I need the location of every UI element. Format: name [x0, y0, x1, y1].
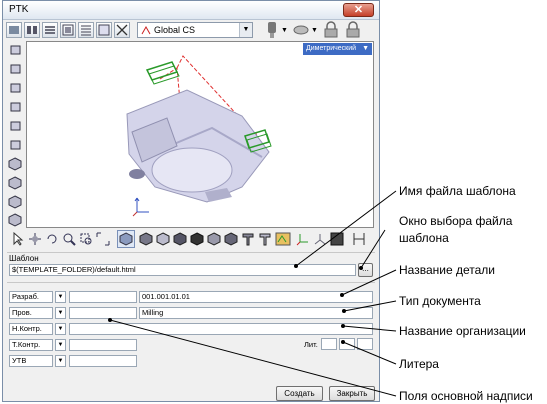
annotation-template-browse-1: Окно выбора файла — [399, 214, 513, 228]
annotation-organization: Название организации — [399, 324, 526, 338]
annotation-title-block-fields: Поля основной надписи — [399, 389, 533, 403]
annotation-template-filename: Имя файла шаблона — [399, 184, 516, 198]
annotation-document-type: Тип документа — [399, 294, 481, 308]
callout-lines — [108, 190, 397, 397]
annotation-part-name: Название детали — [399, 263, 495, 277]
annotation-litera: Литера — [399, 357, 439, 371]
annotation-template-browse-2: шаблона — [399, 231, 449, 245]
